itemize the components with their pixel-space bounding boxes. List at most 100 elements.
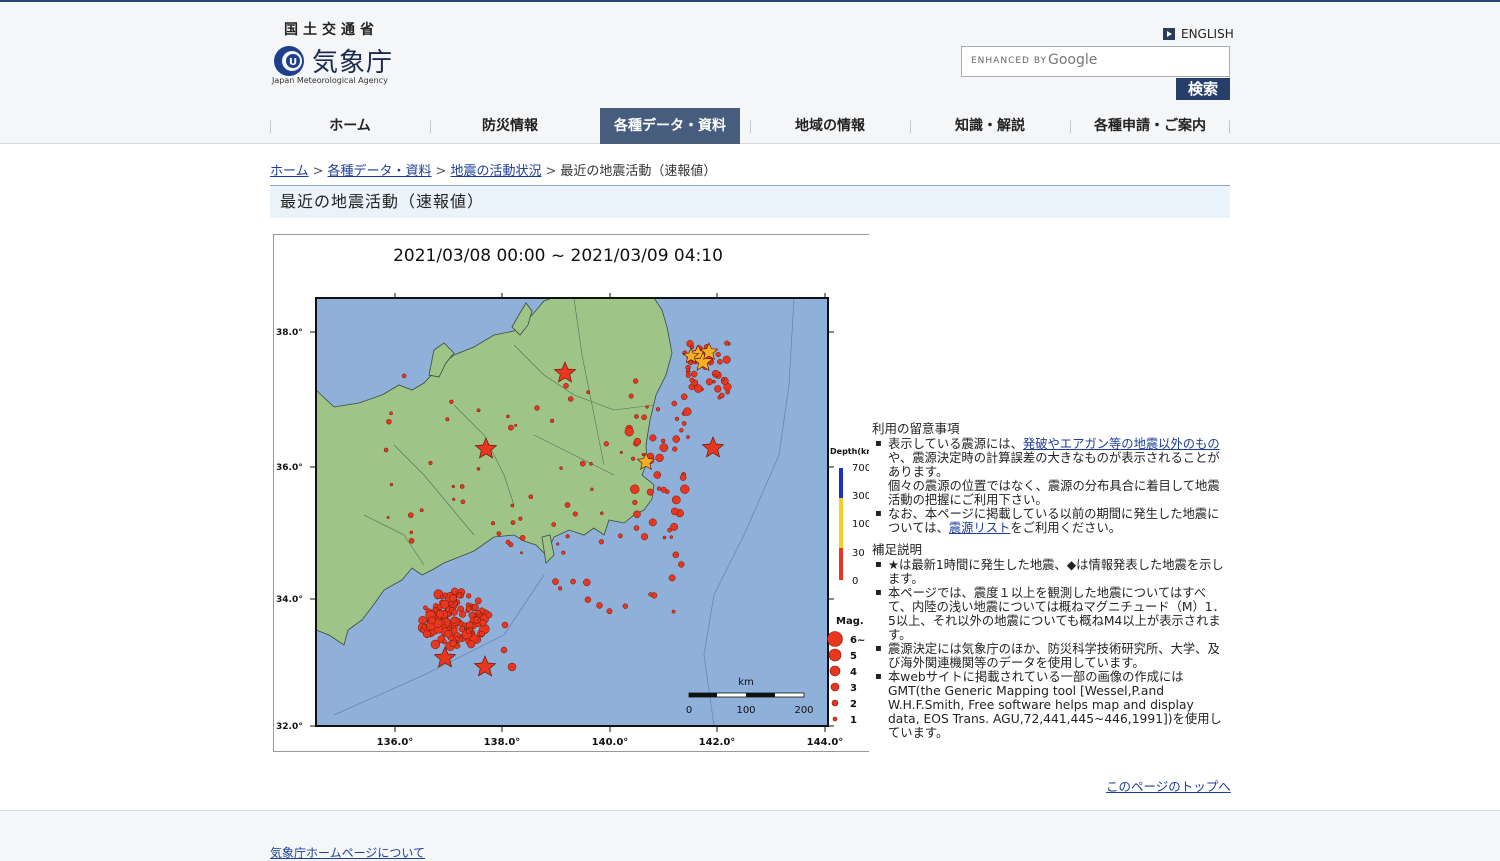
- quake-dot: [466, 593, 472, 599]
- quake-dot: [641, 414, 647, 421]
- quake-dot: [646, 488, 654, 496]
- quake-dot: [534, 405, 540, 411]
- nav-item-3[interactable]: 地域の情報: [750, 108, 910, 144]
- quake-dot: [662, 535, 667, 540]
- english-link[interactable]: ENGLISH: [1163, 27, 1234, 41]
- quake-dot: [506, 414, 510, 419]
- quake-dot: [584, 596, 592, 603]
- quake-dot: [570, 578, 576, 585]
- usage-text: 表示している震源には、: [888, 437, 1023, 451]
- quake-dot: [459, 484, 465, 489]
- mag-legend-circle: [830, 682, 840, 692]
- quake-dot: [648, 518, 657, 527]
- breadcrumb: ホーム > 各種データ・資料 > 地震の活動状況 > 最近の地震活動（速報値）: [270, 160, 716, 179]
- quake-dot: [617, 533, 623, 539]
- nav-item-5[interactable]: 各種申請・ご案内: [1070, 108, 1230, 144]
- quake-dot: [471, 603, 479, 611]
- mag-legend-label: 5: [850, 651, 857, 662]
- quake-dot: [436, 610, 445, 619]
- search-input[interactable]: ENHANCED BY Google: [961, 46, 1230, 77]
- quake-dot: [450, 608, 458, 616]
- quake-dot: [669, 535, 674, 539]
- quake-dot: [386, 516, 390, 519]
- depth-title: Depth(km: [830, 447, 869, 456]
- nav-item-2[interactable]: 各種データ・資料: [600, 108, 740, 144]
- quake-dot: [528, 494, 534, 500]
- quake-dot: [721, 377, 725, 381]
- quake-dot: [428, 460, 433, 466]
- supplement-title: 補足説明: [872, 542, 923, 557]
- quake-dot: [449, 639, 457, 648]
- supplement-item: 本webサイトに掲載されている一部の画像の作成にはGMT(the Generic…: [872, 670, 1228, 740]
- quake-dot: [519, 535, 526, 541]
- quake-dot: [631, 456, 636, 461]
- quake-dot: [693, 384, 703, 393]
- quake-dot: [561, 550, 566, 555]
- nav-item-1[interactable]: 防災情報: [430, 108, 590, 144]
- quake-dot: [624, 427, 634, 437]
- depth-legend: Depth(km 700300100300: [830, 447, 869, 587]
- quake-dot: [719, 392, 725, 399]
- svg-text:U: U: [289, 57, 297, 68]
- quake-dot: [686, 368, 691, 373]
- footer-about-link[interactable]: 気象庁ホームページについて: [270, 844, 425, 861]
- mag-legend-circle: [827, 631, 843, 647]
- main-content: ホーム > 各種データ・資料 > 地震の活動状況 > 最近の地震活動（速報値） 最近の地震活…: [0, 144, 1500, 811]
- mag-title: Mag.: [836, 616, 864, 627]
- nav-item-4[interactable]: 知識・解説: [910, 108, 1070, 144]
- quake-dot: [632, 499, 638, 505]
- supplement-list: ★は最新1時間に発生した地震、◆は情報発表した地震を示します。 本ページでは、震…: [872, 558, 1228, 740]
- quake-dot: [679, 428, 684, 433]
- nav-item-0[interactable]: ホーム: [270, 108, 430, 144]
- hypocenter-list-link[interactable]: 震源リスト: [949, 521, 1011, 535]
- google-brand: Google: [1048, 52, 1098, 68]
- quake-dot: [655, 407, 661, 412]
- jma-mark-icon: U: [274, 46, 304, 76]
- notes-panel: 利用の留意事項 表示している震源には、発破やエアガン等の地震以外のものや、震源決…: [872, 422, 1228, 748]
- quake-dot: [686, 435, 690, 440]
- quake-dot: [714, 385, 722, 393]
- quake-dot: [564, 502, 571, 508]
- lon-label: 142.0°: [699, 737, 736, 748]
- depth-label: 30: [852, 548, 865, 559]
- depth-label: 100: [852, 519, 869, 530]
- quake-dot: [656, 486, 662, 491]
- quake-dot: [685, 372, 691, 378]
- quake-dot: [478, 630, 485, 637]
- breadcrumb-separator: >: [435, 164, 447, 179]
- lat-label: 36.0°: [276, 463, 303, 473]
- quake-dot: [589, 461, 593, 466]
- search-button[interactable]: 検索: [1176, 78, 1230, 100]
- quake-dot: [430, 639, 441, 650]
- quake-dot: [667, 527, 672, 533]
- scale-label: 0: [686, 705, 692, 716]
- page-top-link[interactable]: このページのトップへ: [1106, 776, 1231, 795]
- quake-dot: [419, 508, 424, 513]
- quake-dot: [475, 609, 481, 616]
- lon-labels: 136.0° 138.0° 140.0° 142.0° 144.0°: [377, 737, 844, 748]
- quake-dot: [715, 351, 721, 358]
- quake-dot: [452, 497, 456, 501]
- breadcrumb-link-0[interactable]: ホーム: [270, 164, 309, 179]
- mag-legend-circle: [832, 716, 838, 722]
- depth-bar-blue: [839, 468, 843, 498]
- depth-bar-orange: [839, 548, 843, 580]
- quake-dot: [689, 377, 695, 383]
- breadcrumb-link-1[interactable]: 各種データ・資料: [328, 164, 432, 179]
- breadcrumb-separator: >: [312, 164, 324, 179]
- quake-dot: [653, 471, 662, 479]
- scale-label: 200: [794, 705, 813, 716]
- non-earthquake-link[interactable]: 発破やエアガン等の地震以外のもの: [1023, 437, 1220, 451]
- jma-logo[interactable]: 国土交通省 U 気象庁 Japan Meteorological Agency: [270, 16, 410, 94]
- breadcrumb-link-2[interactable]: 地震の活動状況: [450, 164, 541, 179]
- quake-dot: [514, 423, 518, 427]
- quake-dot: [442, 639, 447, 645]
- quake-dot: [713, 373, 717, 378]
- quake-dot: [622, 603, 628, 609]
- earthquake-map: 2021/03/08 00:00 ~ 2021/03/09 04:10 136.…: [273, 234, 869, 752]
- quake-dot: [476, 408, 481, 413]
- quake-dot: [451, 484, 455, 489]
- mag-legend-label: 2: [850, 699, 857, 710]
- quake-dot: [660, 486, 667, 493]
- quake-dot: [672, 551, 680, 559]
